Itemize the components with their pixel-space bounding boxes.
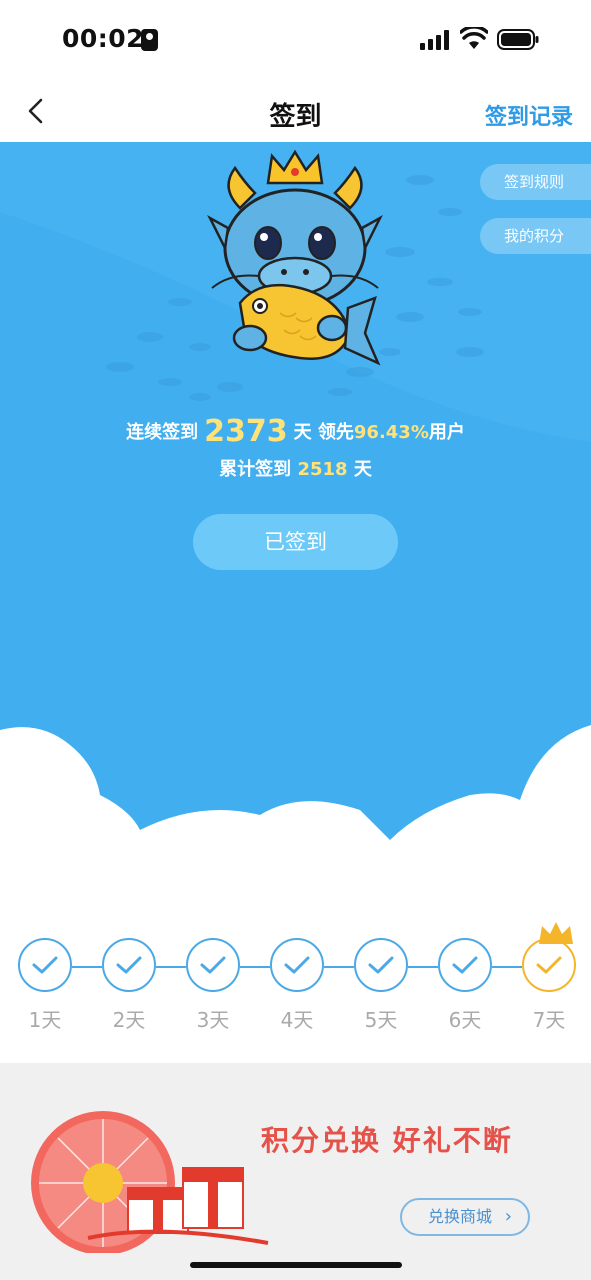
connector-line [72,966,102,968]
battery-icon [497,29,539,50]
connector-line [156,966,186,968]
status-time: 00:02 [62,24,145,53]
streak-prefix: 连续签到 [126,422,199,443]
day-item: 6天 [438,938,494,1033]
wifi-icon [460,27,488,49]
checkmark-icon [200,956,226,974]
banner-title: 积分兑换 好礼不断 [261,1124,513,1157]
day-item: 5天 [354,938,410,1033]
exchange-store-label: 兑换商城 [428,1207,493,1226]
connector-line [240,966,270,968]
checkmark-icon [32,956,58,974]
streak-days-value: 2373 [204,414,288,449]
day-label: 2天 [112,1008,146,1032]
day-checkmark-button[interactable] [522,938,576,992]
checkmark-icon [536,956,562,974]
day-label: 4天 [280,1008,314,1032]
checkmark-icon [284,956,310,974]
day-item: 4天 [270,938,326,1033]
day-item: 7天 [522,938,578,1033]
checkin-rules-button[interactable]: 签到规则 [480,164,591,200]
portrait-badge-icon [141,29,158,51]
day-checkmark-button[interactable] [186,938,240,992]
day-label: 6天 [448,1008,482,1032]
home-indicator [190,1262,402,1268]
day-item: 2天 [102,938,158,1033]
crown-icon [539,922,573,944]
day-checkmark-button[interactable] [438,938,492,992]
status-bar: 00:02 [0,0,591,80]
checkmark-icon [116,956,142,974]
connector-line [324,966,354,968]
lead-suffix: 用户 [428,422,465,443]
exchange-store-button[interactable]: 兑换商城 › [400,1198,530,1236]
streak-unit: 天 [293,422,312,443]
day-checkmark-button[interactable] [18,938,72,992]
dragon-mascot-illustration [207,149,383,366]
points-exchange-banner[interactable]: 积分兑换 好礼不断 兑换商城 › [0,1063,591,1280]
my-points-button[interactable]: 我的积分 [480,218,591,254]
day-checkmark-button[interactable] [354,938,408,992]
total-unit: 天 [353,459,372,480]
lead-prefix: 领先 [317,422,354,443]
day-item: 3天 [186,938,242,1033]
lead-percent-value: 96.43% [353,422,429,443]
chevron-right-icon: › [504,1206,512,1227]
connector-line [408,966,438,968]
nav-bar: 签到 签到记录 [0,80,591,142]
total-summary: 累计签到 2518 天 [0,455,591,481]
signal-icon [420,30,449,50]
cloud-decoration [0,725,591,920]
total-days-value: 2518 [297,459,348,480]
day-checkmark-button[interactable] [270,938,324,992]
day-label: 1天 [28,1008,62,1032]
weekly-checkin-track: 1天 2天 3天 4天 5天 6天 7天 [0,922,591,1050]
signed-in-button[interactable]: 已签到 [193,514,398,570]
checkmark-icon [368,956,394,974]
day-label: 3天 [196,1008,230,1032]
streak-summary: 连续签到 2373 天 领先96.43%用户 [0,414,591,449]
day-item: 1天 [18,938,74,1033]
day-checkmark-button[interactable] [102,938,156,992]
day-label: 7天 [532,1008,566,1032]
connector-line [492,966,522,968]
lucky-wheel-gift-illustration [31,1111,269,1253]
total-prefix: 累计签到 [219,459,292,480]
checkin-record-link[interactable]: 签到记录 [485,99,573,131]
checkmark-icon [452,956,478,974]
day-label: 5天 [364,1008,398,1032]
